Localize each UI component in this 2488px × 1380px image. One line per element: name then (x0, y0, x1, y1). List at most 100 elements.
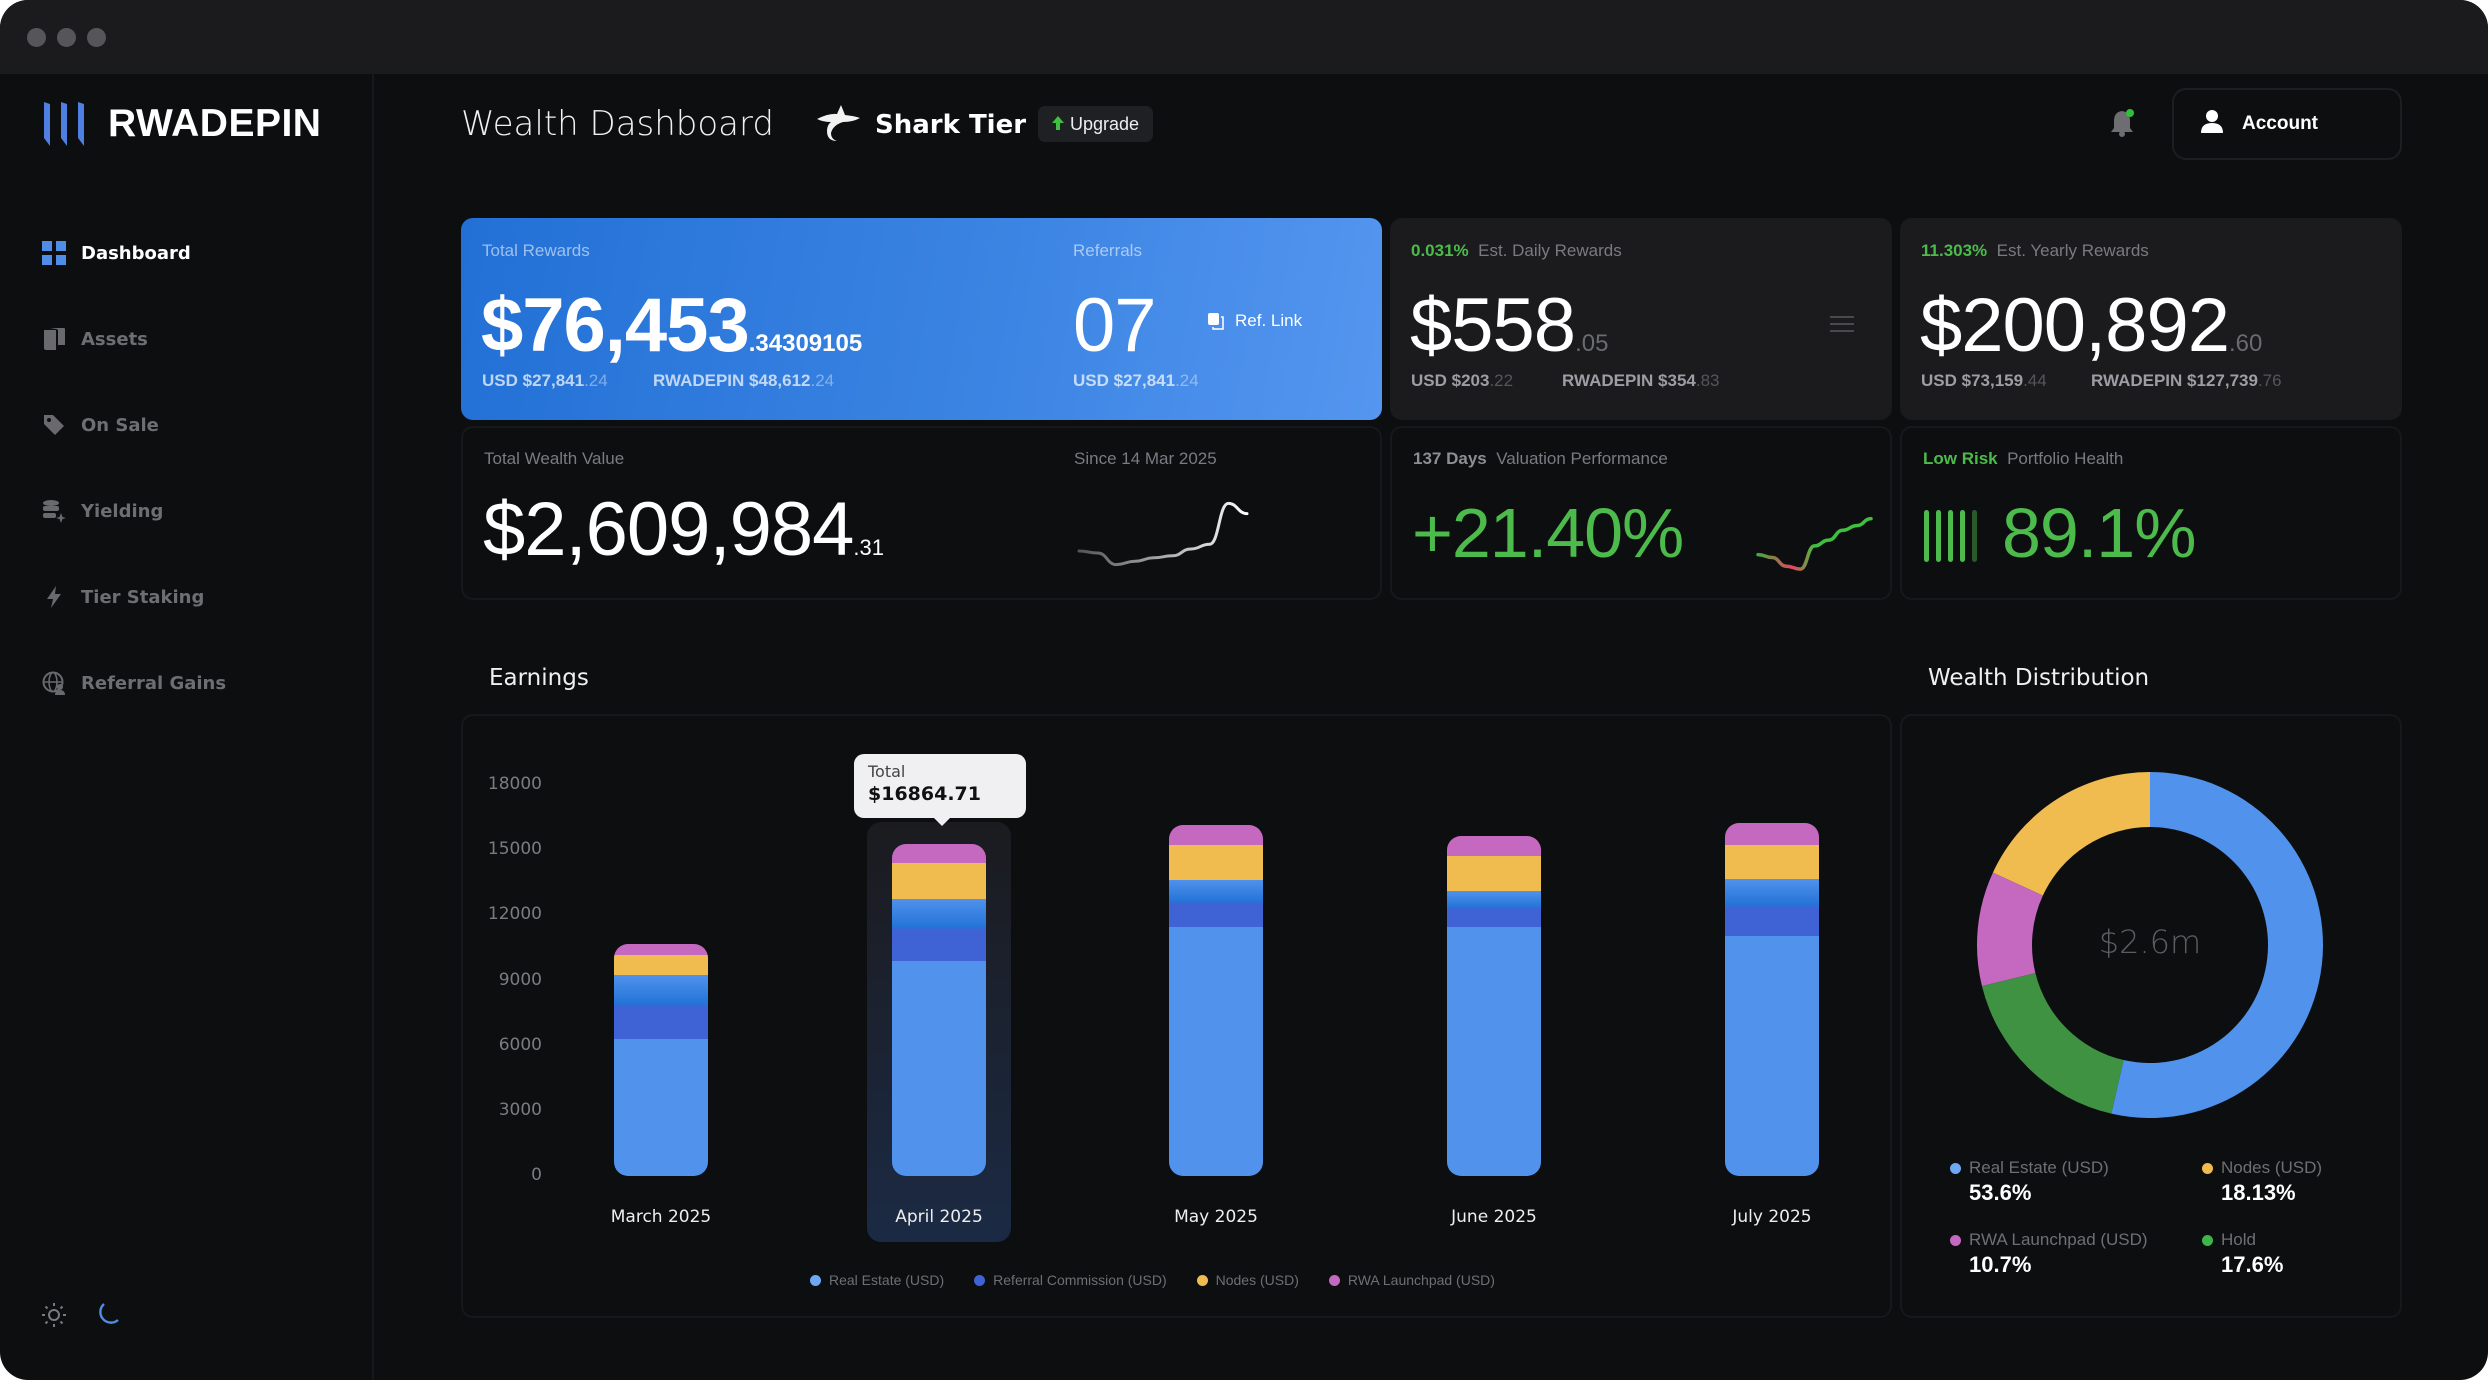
legend-item[interactable]: Real Estate (USD) (810, 1272, 944, 1288)
sun-icon[interactable] (42, 1303, 66, 1331)
total-wealth-value: $2,609,984 .31 (483, 487, 884, 572)
referrals-count: 07 (1073, 283, 1157, 368)
distribution-legend-item: RWA Launchpad (USD) 10.7% (1950, 1230, 2148, 1278)
legend-value: 18.13% (2221, 1180, 2296, 1205)
total-wealth-card: Total Wealth Value $2,609,984 .31 Since … (461, 426, 1382, 600)
account-button[interactable]: Account (2172, 88, 2402, 160)
referrals-usd: USD $27,841.24 (1073, 371, 1199, 390)
notification-bell[interactable] (2108, 108, 2136, 142)
upgrade-label: Upgrade (1070, 113, 1140, 134)
sidebar: RWADEPIN Dashboard Assets On Sale Yieldi… (0, 74, 374, 1380)
sidebar-item-label: On Sale (81, 414, 159, 436)
theme-toggle (42, 1302, 120, 1332)
assets-icon (42, 327, 66, 351)
distribution-legend-item: Real Estate (USD) 53.6% (1950, 1158, 2109, 1206)
title-bar (0, 0, 2488, 74)
health-header: Low Risk Portfolio Health (1923, 449, 2124, 468)
daily-rewards-usd: USD $203.22 (1411, 371, 1514, 390)
legend-label: Referral Commission (USD) (993, 1272, 1167, 1288)
donut-center-label: $2.6m (2099, 923, 2201, 961)
distribution-title: Wealth Distribution (1928, 665, 2150, 691)
legend-dot (2202, 1162, 2213, 1174)
notification-dot (2126, 109, 2134, 117)
donut-slice[interactable] (1992, 772, 2150, 896)
sidebar-item-dashboard[interactable]: Dashboard (42, 210, 226, 296)
legend-item[interactable]: Referral Commission (USD) (974, 1272, 1167, 1288)
legend-item[interactable]: Nodes (USD) (1196, 1272, 1299, 1288)
legend-dot (1950, 1162, 1961, 1174)
shark-icon (815, 103, 861, 147)
health-bar (1924, 510, 1929, 562)
legend-value: 10.7% (1969, 1252, 2032, 1277)
grid-icon (42, 241, 66, 265)
sidebar-item-label: Tier Staking (81, 586, 205, 608)
window-close-button[interactable] (27, 28, 46, 47)
daily-rewards-card: 0.031% Est. Daily Rewards $558 .05 USD $… (1390, 218, 1892, 420)
legend-dot (810, 1274, 821, 1286)
earnings-legend: Real Estate (USD) Referral Commission (US… (810, 1272, 1495, 1288)
sidebar-item-label: Yielding (81, 500, 164, 522)
yearly-rewards-value: $200,892 .60 (1920, 283, 2263, 368)
total-rewards-token: RWADEPIN $48,612.24 (653, 371, 835, 390)
legend-item[interactable]: RWA Launchpad (USD) (1328, 1272, 1495, 1288)
distribution-legend-item: Nodes (USD) 18.13% (2202, 1158, 2322, 1206)
window-maximize-button[interactable] (87, 28, 106, 47)
legend-label: RWA Launchpad (USD) (1347, 1272, 1495, 1288)
earnings-title: Earnings (489, 665, 589, 691)
legend-label: RWA Launchpad (USD) (1950, 1230, 2148, 1250)
app-window: RWADEPIN Dashboard Assets On Sale Yieldi… (0, 0, 2488, 1380)
tag-icon (42, 413, 66, 437)
total-rewards-value: $76,453 .34309105 (481, 283, 863, 368)
earnings-chart-card (461, 714, 1892, 1318)
bar-tooltip: Total $16864.71 (854, 754, 1026, 826)
legend-value: 17.6% (2221, 1252, 2284, 1277)
sidebar-item-label: Dashboard (81, 242, 191, 264)
sidebar-item-assets[interactable]: Assets (42, 296, 226, 382)
sidebar-item-tier-staking[interactable]: Tier Staking (42, 554, 226, 640)
sidebar-item-referral-gains[interactable]: Referral Gains (42, 640, 226, 726)
distribution-legend-item: Hold 17.6% (2202, 1230, 2283, 1278)
legend-dot (2202, 1234, 2213, 1246)
legend-label: Real Estate (USD) (1950, 1158, 2109, 1178)
health-bar (1936, 510, 1941, 562)
legend-dot (974, 1274, 986, 1286)
database-sparkle-icon (42, 499, 66, 523)
page-title: Wealth Dashboard (461, 104, 774, 144)
referrals-label: Referrals (1073, 241, 1142, 260)
bell-icon (2111, 109, 2134, 137)
lightning-icon (42, 585, 66, 609)
legend-dot (1328, 1274, 1340, 1286)
user-icon (2200, 109, 2224, 139)
sidebar-item-on-sale[interactable]: On Sale (42, 382, 226, 468)
performance-sparkline (1756, 516, 1873, 571)
yearly-rewards-usd: USD $73,159.44 (1921, 371, 2047, 390)
upgrade-button[interactable]: Upgrade (1038, 106, 1154, 142)
moon-icon[interactable] (94, 1302, 120, 1332)
sidebar-item-yielding[interactable]: Yielding (42, 468, 226, 554)
donut-slice[interactable] (1981, 973, 2124, 1114)
brand-name: RWADEPIN (108, 102, 322, 145)
globe-user-icon (42, 671, 66, 695)
account-label: Account (2242, 113, 2318, 134)
performance-header: 137 Days Valuation Performance (1413, 449, 1668, 468)
tier-badge: Shark Tier (815, 103, 1026, 147)
total-rewards-label: Total Rewards (482, 241, 590, 260)
copy-icon (1208, 313, 1224, 330)
yearly-rewards-header: 11.303% Est. Yearly Rewards (1921, 241, 2149, 260)
daily-rewards-token: RWADEPIN $354.83 (1562, 371, 1720, 390)
valuation-performance-card: 137 Days Valuation Performance +21.40% (1390, 426, 1892, 600)
yearly-rewards-card: 11.303% Est. Yearly Rewards $200,892 .60… (1900, 218, 2402, 420)
legend-label: Nodes (USD) (1215, 1272, 1299, 1288)
brand-logo[interactable]: RWADEPIN (42, 100, 321, 148)
arrow-up-icon (1052, 114, 1064, 135)
daily-rewards-value: $558 .05 (1410, 283, 1609, 368)
menu-icon[interactable] (1830, 316, 1854, 332)
sidebar-item-label: Referral Gains (81, 672, 227, 694)
portfolio-health-card: Low Risk Portfolio Health 89.1% (1900, 426, 2402, 600)
tier-label: Shark Tier (875, 110, 1027, 140)
total-rewards-card: Total Rewards $76,453 .34309105 USD $27,… (461, 218, 1382, 420)
total-wealth-label: Total Wealth Value (484, 449, 625, 468)
window-minimize-button[interactable] (57, 28, 76, 47)
sparkline-path (1756, 516, 1873, 571)
ref-link-button[interactable]: Ref. Link (1207, 311, 1302, 331)
